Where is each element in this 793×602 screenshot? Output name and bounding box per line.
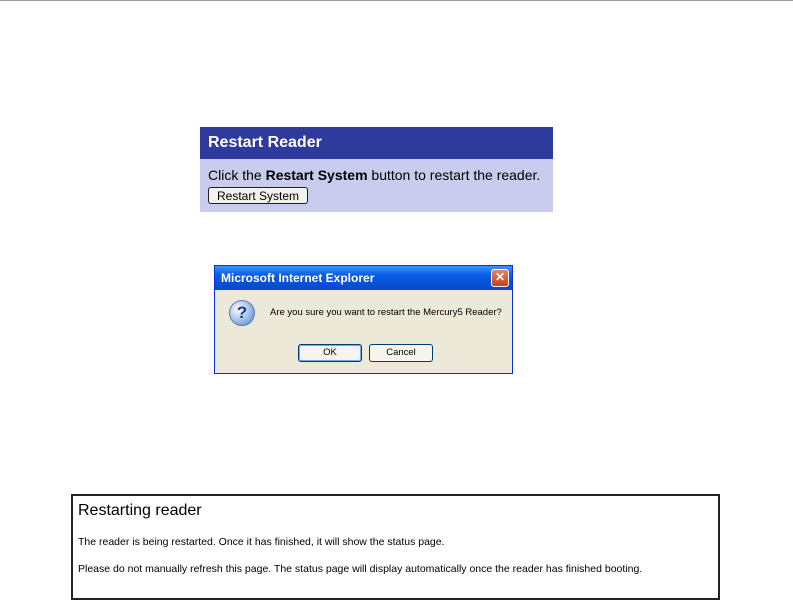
dialog-title: Microsoft Internet Explorer [221,271,375,285]
cancel-button[interactable]: Cancel [369,344,433,362]
question-icon: ? [229,300,255,326]
restarting-notice: Restarting reader The reader is being re… [71,494,720,600]
restart-system-button[interactable]: Restart System [208,187,308,204]
confirm-dialog: Microsoft Internet Explorer ✕ ? Are you … [214,265,513,374]
restarting-paragraph-2: Please do not manually refresh this page… [78,563,643,575]
dialog-titlebar: Microsoft Internet Explorer ✕ [215,266,512,290]
dialog-message: Are you sure you want to restart the Mer… [270,307,502,318]
instruction-prefix: Click the [208,167,266,183]
close-icon[interactable]: ✕ [491,269,509,287]
ok-button[interactable]: OK [298,344,362,362]
top-divider [0,0,793,1]
instruction-bold-label: Restart System [265,167,368,183]
restart-reader-panel: Restart Reader Click the Restart System … [200,127,553,212]
restarting-title: Restarting reader [78,502,202,519]
restarting-paragraph-1: The reader is being restarted. Once it h… [78,536,445,548]
restart-instruction: Click the Restart System button to resta… [208,167,553,183]
restart-reader-title: Restart Reader [200,127,553,159]
instruction-suffix: button to restart the reader. [367,167,541,183]
